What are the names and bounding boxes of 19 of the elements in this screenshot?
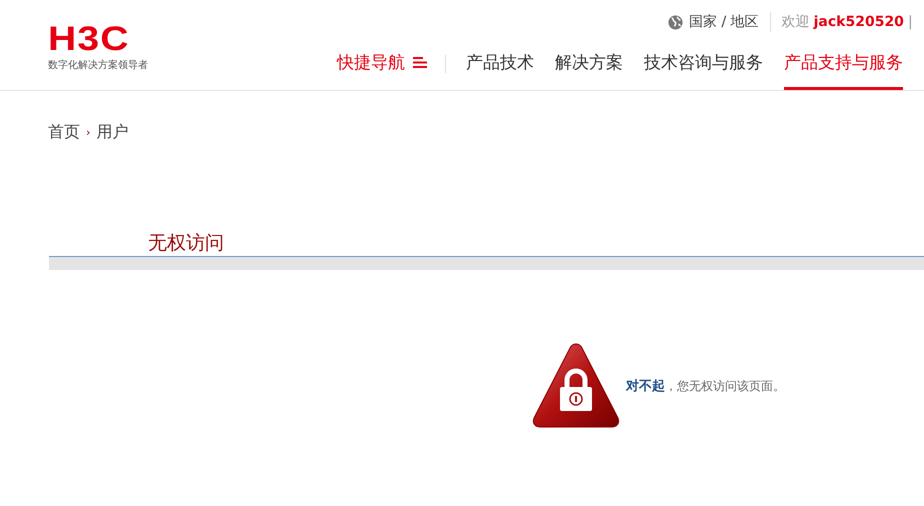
access-denied-message: 对不起，您无权访问该页面。	[626, 378, 785, 395]
logo[interactable]: H3C	[48, 22, 130, 56]
nav-tab[interactable]: 产品支持与服务	[784, 34, 903, 90]
menu-icon	[413, 56, 427, 68]
username-link[interactable]: jack520520	[814, 14, 904, 30]
section-title: 无权访问	[148, 231, 225, 255]
breadcrumb-separator: ›	[86, 126, 90, 139]
nav-tab[interactable]: 产品技术	[466, 34, 534, 90]
separator-text: |	[908, 14, 913, 30]
quick-nav-link[interactable]: 快捷导航	[337, 34, 427, 90]
nav-tab[interactable]: 解决方案	[555, 34, 623, 90]
welcome-text: 欢迎	[782, 13, 810, 31]
globe-icon	[668, 14, 683, 30]
logo-tagline: 数字化解决方案领导者	[48, 58, 148, 72]
breadcrumb-link[interactable]: 首页	[48, 122, 80, 143]
lock-warning-icon	[532, 342, 620, 430]
nav-tab[interactable]: 技术咨询与服务	[644, 34, 763, 90]
region-link[interactable]: 国家 / 地区	[689, 13, 759, 31]
breadcrumb-link[interactable]: 用户	[96, 122, 128, 143]
